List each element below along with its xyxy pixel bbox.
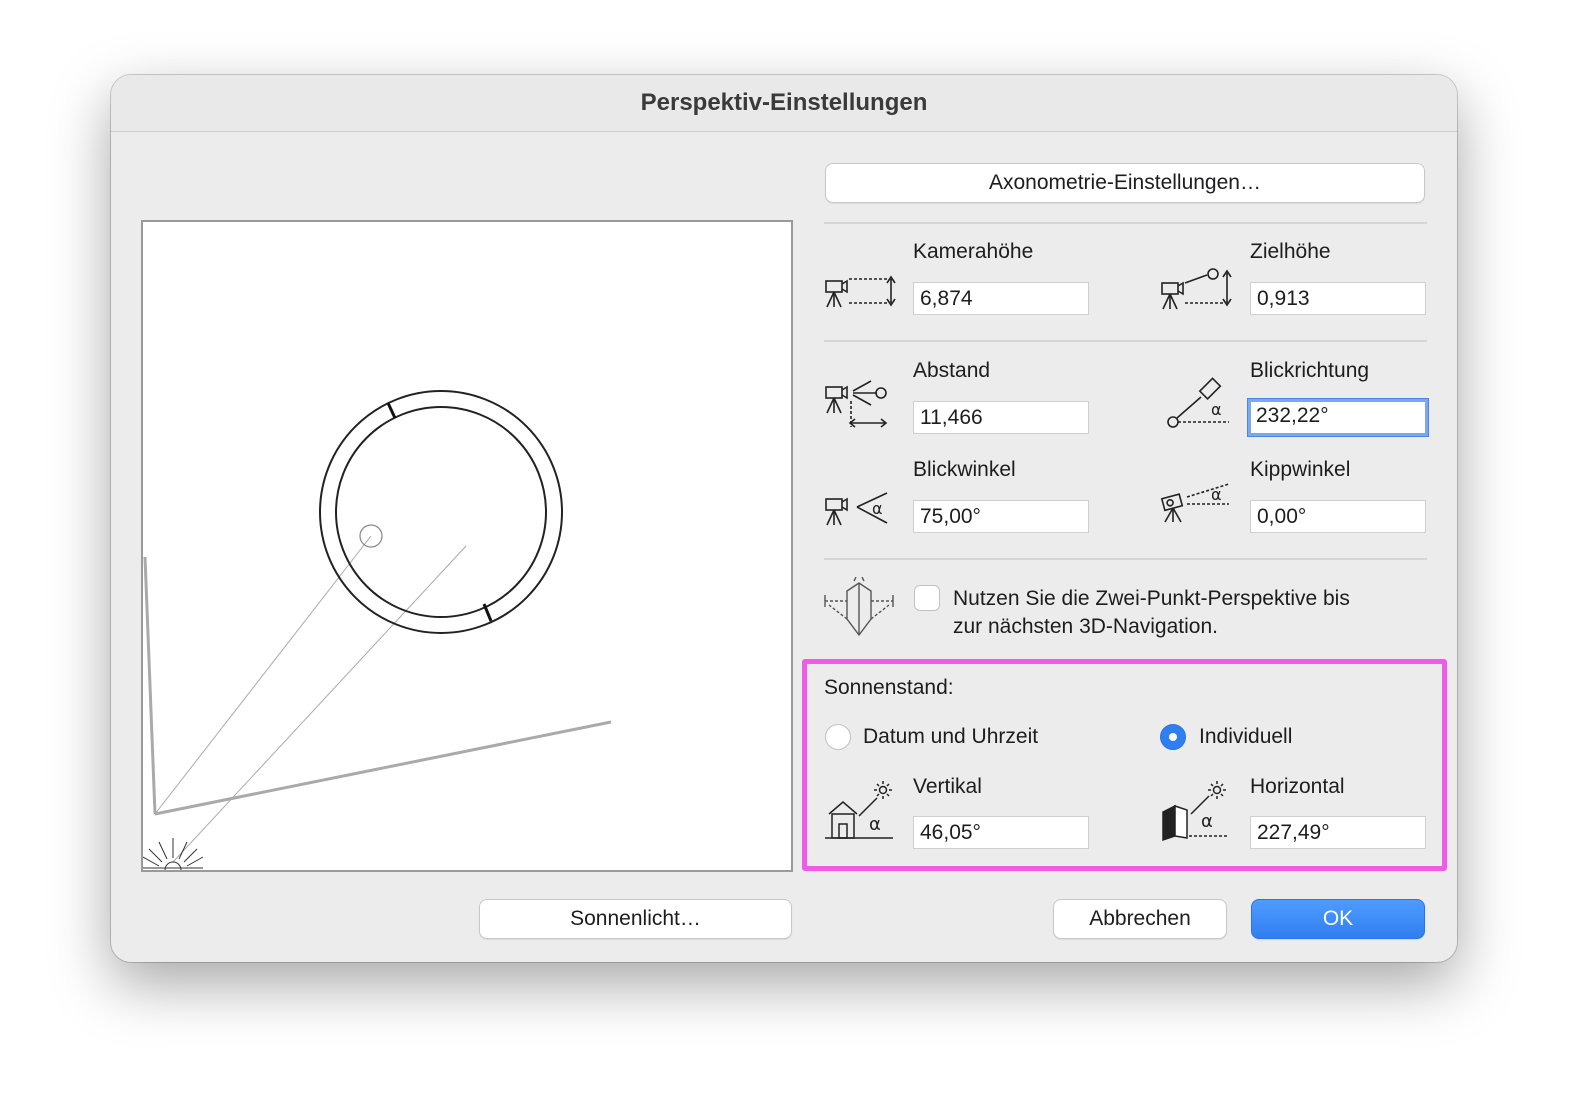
dialog-title: Perspektiv-Einstellungen bbox=[111, 75, 1457, 132]
two-point-perspective-label-line2: zur nächsten 3D-Navigation. bbox=[953, 615, 1218, 638]
view-direction-field[interactable]: 232,22° bbox=[1248, 399, 1428, 436]
axonometry-settings-button[interactable]: Axonometrie-Einstellungen… bbox=[825, 163, 1425, 203]
tilt-angle-icon: α bbox=[1160, 483, 1230, 523]
separator bbox=[824, 558, 1427, 560]
perspective-preview[interactable] bbox=[141, 220, 793, 872]
preview-drawing bbox=[142, 390, 612, 871]
view-angle-label: Blickwinkel bbox=[913, 458, 1016, 481]
camera-height-icon bbox=[825, 275, 896, 308]
distance-icon bbox=[825, 380, 888, 428]
two-point-perspective-label-line1: Nutzen Sie die Zwei-Punkt-Perspektive bi… bbox=[953, 587, 1350, 610]
target-height-icon bbox=[1161, 268, 1232, 310]
separator bbox=[824, 340, 1427, 342]
target-height-label: Zielhöhe bbox=[1250, 240, 1331, 263]
svg-text:α: α bbox=[872, 499, 883, 518]
axonometry-settings-label: Axonometrie-Einstellungen… bbox=[989, 171, 1261, 194]
perspective-settings-dialog: Perspektiv-Einstellungen Axonometrie-Ein… bbox=[111, 75, 1457, 962]
cancel-button-label: Abbrechen bbox=[1089, 907, 1191, 930]
two-point-perspective-checkbox[interactable] bbox=[914, 585, 940, 611]
svg-text:α: α bbox=[1211, 400, 1222, 419]
distance-label: Abstand bbox=[913, 359, 991, 382]
tilt-angle-field[interactable]: 0,00° bbox=[1250, 500, 1426, 533]
ok-button[interactable]: OK bbox=[1251, 899, 1425, 939]
camera-height-field[interactable]: 6,874 bbox=[913, 282, 1089, 315]
camera-height-label: Kamerahöhe bbox=[913, 240, 1034, 263]
distance-field[interactable]: 11,466 bbox=[913, 401, 1089, 434]
ok-button-label: OK bbox=[1322, 907, 1354, 930]
tilt-angle-label: Kippwinkel bbox=[1250, 458, 1351, 481]
sunlight-button-label: Sonnenlicht… bbox=[570, 907, 701, 930]
sunlight-button[interactable]: Sonnenlicht… bbox=[479, 899, 792, 939]
separator bbox=[824, 222, 1427, 224]
svg-text:α: α bbox=[1211, 485, 1222, 504]
target-height-field[interactable]: 0,913 bbox=[1250, 282, 1426, 315]
sun-icon bbox=[142, 838, 204, 871]
cancel-button[interactable]: Abbrechen bbox=[1053, 899, 1227, 939]
two-point-perspective-icon bbox=[824, 577, 894, 637]
view-direction-icon: α bbox=[1167, 377, 1229, 428]
view-angle-icon: α bbox=[825, 492, 888, 526]
sun-position-highlight bbox=[802, 659, 1447, 871]
view-angle-field[interactable]: 75,00° bbox=[913, 500, 1089, 533]
view-direction-label: Blickrichtung bbox=[1250, 359, 1370, 382]
